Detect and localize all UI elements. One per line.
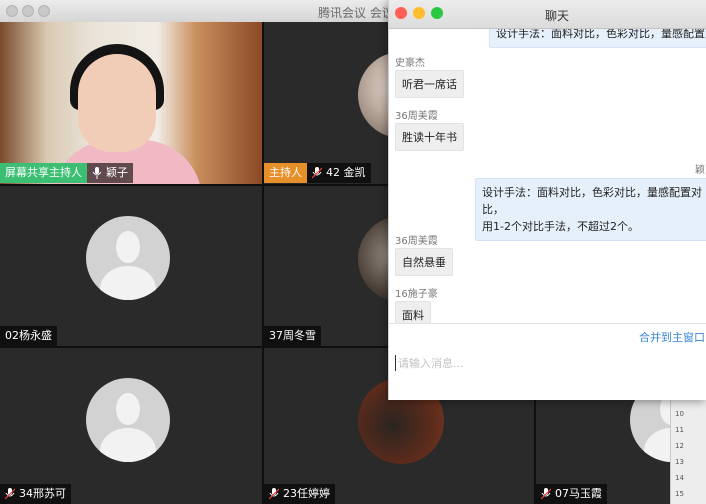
chat-message: 听君一席话	[395, 70, 464, 98]
message-sender: 颖	[695, 165, 705, 176]
chat-message: 设计手法：面料对比，色彩对比，量感配置对比，	[489, 29, 706, 48]
message-sender: 36周美霞	[395, 236, 438, 247]
avatar	[86, 216, 170, 300]
participant-label: 34邢苏可	[0, 484, 71, 504]
chat-message: 自然悬垂	[395, 248, 453, 276]
video-tile-yingzi[interactable]: 屏幕共享主持人 颖子	[0, 22, 262, 184]
video-tile-xingsuke[interactable]: 34邢苏可	[0, 348, 262, 504]
participant-name: 02杨永盛	[0, 326, 57, 346]
participant-label: 02杨永盛	[0, 326, 57, 346]
ruler-number: 11	[675, 426, 684, 434]
avatar	[86, 378, 170, 462]
video-tile-yangyongsheng[interactable]: 02杨永盛	[0, 186, 262, 346]
chat-titlebar: 聊天	[389, 0, 706, 29]
ruler-number: 13	[675, 458, 684, 466]
participant-name: 颖子	[106, 166, 128, 179]
chat-window: 聊天 设计手法：面料对比，色彩对比，量感配置对比， 史豪杰 听君一席话 36周美…	[388, 0, 706, 400]
microphone-icon	[92, 167, 102, 179]
message-input[interactable]: 请输入消息...	[395, 355, 464, 371]
microphone-muted-icon	[269, 488, 279, 500]
participant-name: 23任婷婷	[283, 487, 330, 500]
participant-name: 07马玉霞	[555, 487, 602, 500]
participant-label: 07马玉霞	[536, 484, 607, 504]
ruler-number: 14	[675, 474, 684, 482]
close-window-button[interactable]	[6, 5, 18, 17]
participant-label: 屏幕共享主持人 颖子	[0, 163, 133, 183]
microphone-muted-icon	[312, 167, 322, 179]
maximize-window-button[interactable]	[38, 5, 50, 17]
chat-message: 面料	[395, 301, 431, 323]
participant-name: 37周冬雪	[264, 326, 321, 346]
participant-name: 42 金凯	[326, 166, 366, 179]
merge-to-main-window-link[interactable]: 合并到主窗口	[639, 329, 705, 345]
participant-label: 主持人 42 金凯	[264, 163, 371, 183]
chat-message: 设计手法：面料对比，色彩对比，量感配置对比， 用1-2个对比手法，不超过2个。	[475, 178, 706, 241]
participant-name: 34邢苏可	[19, 487, 66, 500]
message-sender: 16施子豪	[395, 289, 438, 300]
participant-label: 37周冬雪	[264, 326, 321, 346]
main-window-title: 腾讯会议 会议	[318, 6, 394, 20]
ruler-number: 15	[675, 490, 684, 498]
ruler: 10 11 12 13 14 15	[670, 400, 706, 504]
divider	[389, 323, 706, 324]
chat-title: 聊天	[545, 9, 570, 23]
host-badge: 主持人	[264, 163, 307, 183]
microphone-muted-icon	[541, 488, 551, 500]
microphone-muted-icon	[5, 488, 15, 500]
ruler-number: 12	[675, 442, 684, 450]
chat-messages[interactable]: 设计手法：面料对比，色彩对比，量感配置对比， 史豪杰 听君一席话 36周美霞 胜…	[389, 29, 706, 323]
ruler-number: 10	[675, 410, 684, 418]
chat-zoom-button[interactable]	[431, 7, 443, 19]
chat-close-button[interactable]	[395, 7, 407, 19]
chat-message: 胜读十年书	[395, 123, 464, 151]
message-sender: 36周美霞	[395, 111, 438, 122]
participant-label: 23任婷婷	[264, 484, 335, 504]
screen-share-host-badge: 屏幕共享主持人	[0, 163, 87, 183]
chat-minimize-button[interactable]	[413, 7, 425, 19]
minimize-window-button[interactable]	[22, 5, 34, 17]
message-sender: 史豪杰	[395, 58, 425, 69]
